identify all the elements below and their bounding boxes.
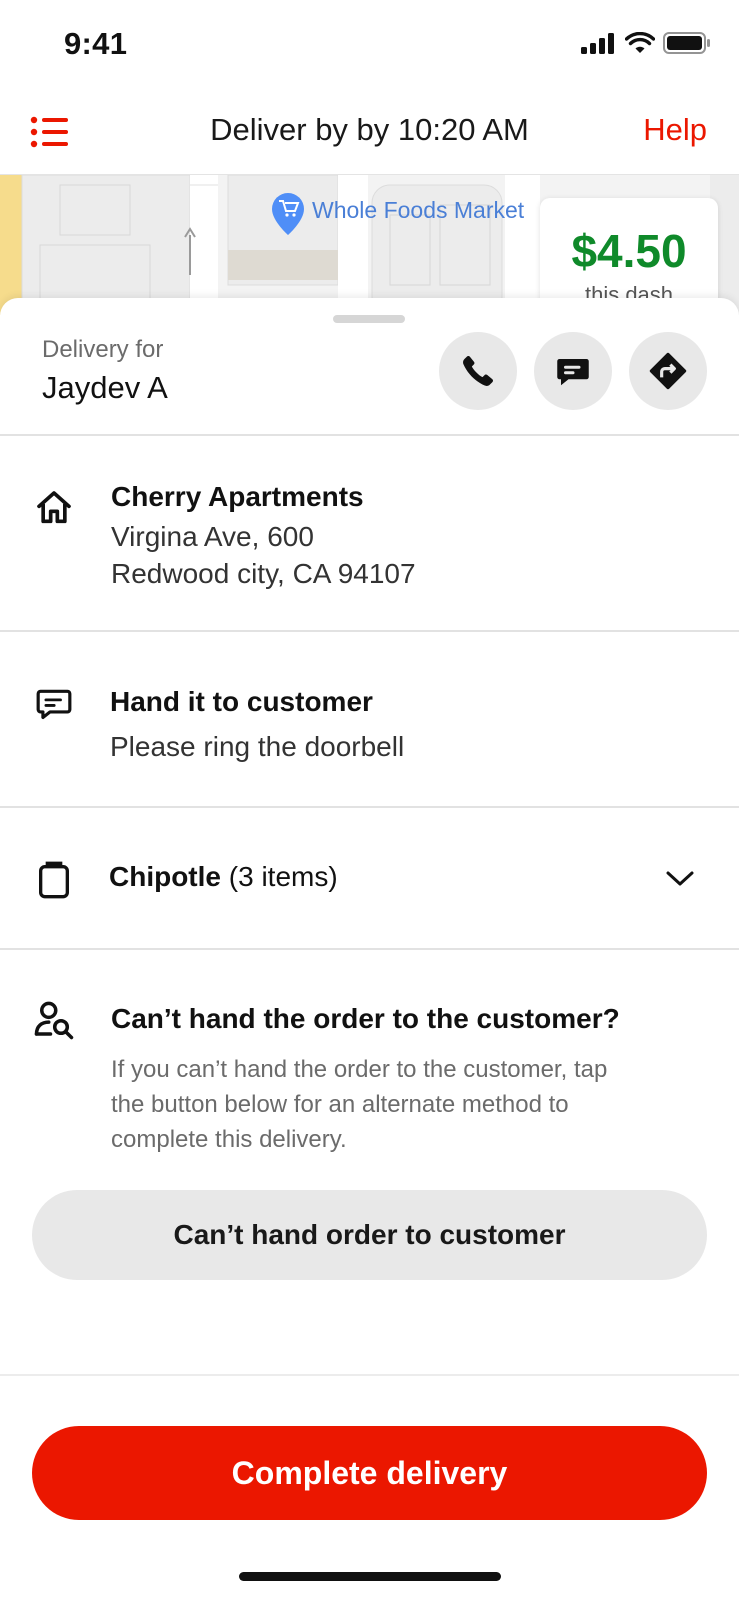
cant-hand-line-3: complete this delivery. [111,1126,347,1153]
cant-hand-button[interactable]: Can’t hand order to customer [32,1190,707,1280]
help-link[interactable]: Help [643,112,707,148]
order-count: (3 items) [228,861,338,892]
order-store: Chipotle [109,861,221,892]
address-name: Cherry Apartments [111,481,364,512]
cant-hand-icon-wrap [32,998,76,1042]
complete-delivery-button[interactable]: Complete delivery [32,1426,707,1520]
call-button[interactable] [439,332,517,410]
sheet-drag-handle[interactable] [333,315,405,323]
status-icons [581,32,711,54]
instructions-title: Hand it to customer [110,686,373,717]
wifi-icon [625,32,655,53]
delivery-for-label: Delivery for [42,336,164,363]
battery-icon [663,32,710,54]
phone-icon [463,355,494,386]
address-line-1: Virgina Ave, 600 [111,521,314,552]
status-time: 9:41 [64,26,128,61]
chat-icon [557,359,589,386]
footer-divider [0,1374,739,1376]
cellular-signal-icon [581,33,614,54]
earnings-amount: $4.50 [571,225,687,277]
divider [0,434,739,436]
address-icon-wrap [32,486,76,530]
directions-icon [649,352,687,390]
divider [0,948,739,950]
user-search-icon [34,1001,74,1040]
cant-hand-line-1: If you can’t hand the order to the custo… [111,1056,608,1083]
divider [0,630,739,632]
bag-icon [39,861,69,899]
instructions-note: Please ring the doorbell [110,731,405,762]
map-place-label: Whole Foods Market [312,197,525,223]
address-line-2: Redwood city, CA 94107 [111,558,416,589]
customer-name: Jaydev A [42,370,168,405]
order-icon-wrap [32,858,76,902]
message-icon [36,689,72,720]
home-icon [37,491,71,524]
cant-hand-line-2: the button below for an alternate method… [111,1091,569,1118]
instructions-icon-wrap [32,682,76,726]
order-expand-button[interactable] [663,866,697,895]
header-title: Deliver by by 10:20 AM [210,112,529,147]
chat-button[interactable] [534,332,612,410]
order-summary: Chipotle (3 items) [109,861,338,893]
chevron-down-icon [666,871,694,886]
home-indicator [239,1572,501,1581]
directions-button[interactable] [629,332,707,410]
cant-hand-title: Can’t hand the order to the customer? [111,1003,620,1034]
